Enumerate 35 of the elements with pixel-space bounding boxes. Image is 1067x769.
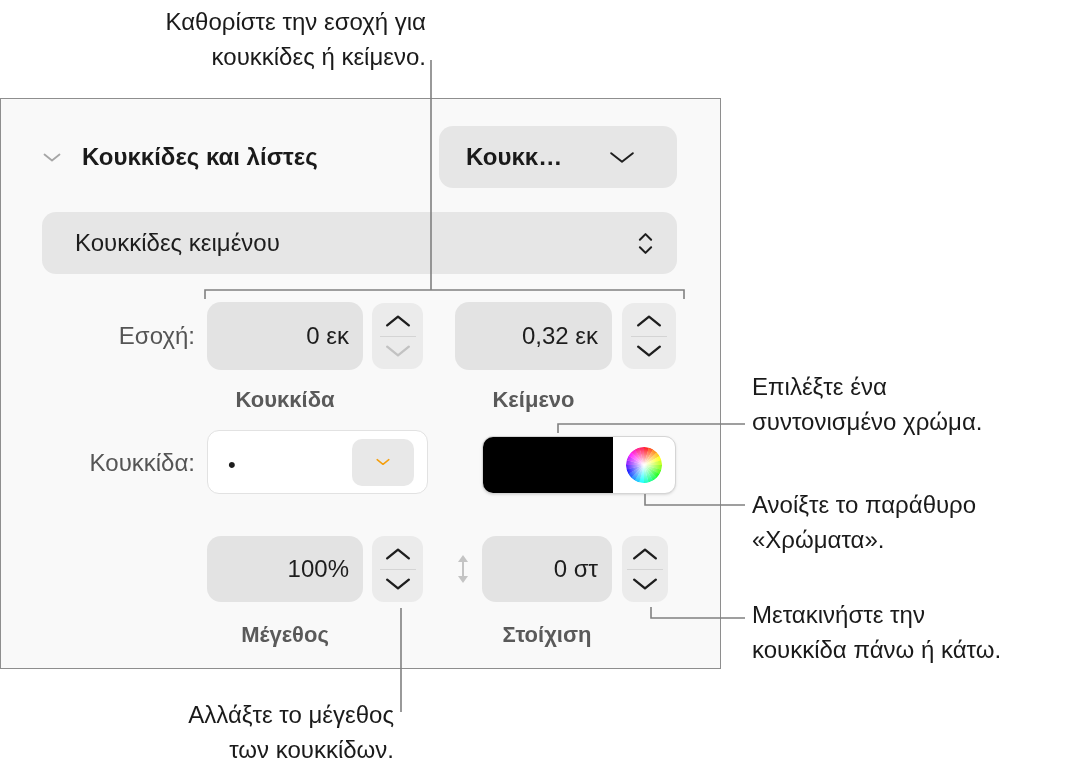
bullet-dropdown[interactable]: • — [207, 430, 428, 494]
field-caption: Κουκκίδα — [235, 386, 335, 414]
up-down-chevron-icon — [638, 231, 653, 255]
chevron-up-icon — [384, 547, 411, 562]
indent-label: Εσοχή: — [117, 321, 195, 351]
chevron-down-icon — [43, 152, 61, 162]
chevron-down-icon — [376, 458, 390, 466]
number-field[interactable]: 100% — [207, 536, 363, 602]
chevron-down-icon — [384, 576, 411, 591]
number-field[interactable]: 0 εκ — [207, 302, 363, 370]
number-field[interactable]: 0,32 εκ — [455, 302, 612, 370]
callout-text: Επιλέξτε ένα συντονισμένο χρώμα. — [752, 372, 983, 437]
chevron-down-icon — [609, 150, 635, 164]
number-field[interactable]: 0 στ — [482, 536, 612, 602]
field-caption: Στοίχιση — [502, 621, 592, 649]
chevron-up-icon — [632, 547, 658, 562]
chevron-down-icon — [632, 576, 658, 591]
chevron-down-icon — [384, 343, 411, 358]
color-wheel-icon — [626, 447, 662, 483]
chevron-up-icon — [384, 314, 411, 329]
bullet-character: • — [228, 454, 236, 476]
bullet-label: Κουκκίδα: — [88, 448, 195, 478]
callout-text: Μετακινήστε την κουκκίδα πάνω ή κάτω. — [752, 600, 1002, 665]
callout-text: Αλλάξτε το μέγεθος των κουκκίδων. — [188, 700, 394, 765]
list-type-menu[interactable]: Κουκκίδες κειμένου — [42, 212, 677, 274]
callout-text: Καθορίστε την εσοχή για κουκκίδες ή κείμενο. — [165, 7, 426, 72]
chevron-down-icon — [636, 343, 662, 358]
chevron-up-icon — [636, 314, 662, 329]
vertical-arrows-icon — [456, 554, 470, 584]
callout-text: Ανοίξτε το παράθυρο «Χρώματα». — [752, 490, 977, 555]
color-well[interactable] — [482, 436, 676, 494]
section-title: Κουκκίδες και λίστες — [82, 142, 318, 172]
field-caption: Κείμενο — [492, 386, 575, 414]
field-caption: Μέγεθος — [241, 621, 329, 649]
style-menu[interactable]: Κουκκ… — [439, 126, 677, 188]
